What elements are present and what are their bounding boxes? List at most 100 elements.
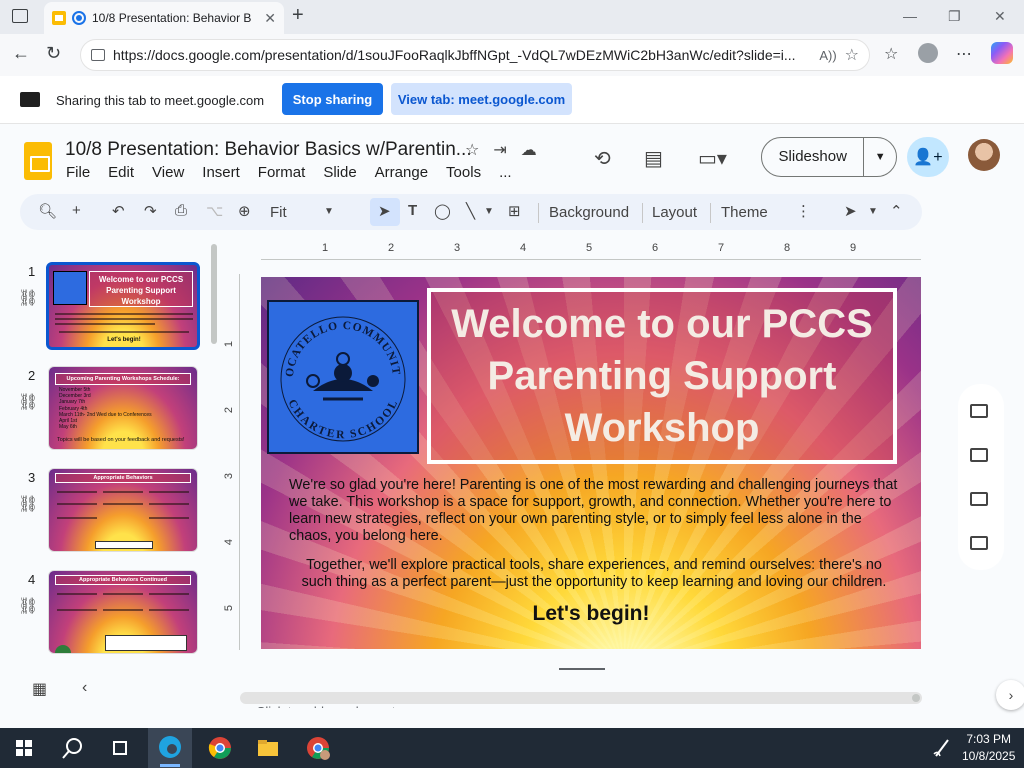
add-comment-icon[interactable]: ⊞ (508, 202, 521, 220)
minimize-icon[interactable]: — (903, 8, 917, 24)
collapse-toolbar-icon[interactable]: ⌃ (890, 202, 903, 220)
tab-actions-icon[interactable] (12, 9, 28, 23)
horizontal-scrollbar[interactable] (240, 692, 922, 704)
slide-paragraph-1[interactable]: We're so glad you're here! Parenting is … (289, 477, 899, 545)
laser-pointer-icon[interactable]: ➤ (844, 202, 857, 220)
slide-title-box[interactable]: Welcome to our PCCS Parenting Support Wo… (427, 288, 897, 464)
zoom-icon[interactable]: ⊕ (238, 202, 251, 220)
restore-icon[interactable]: ❐ (948, 8, 961, 25)
show-side-panel-icon[interactable]: › (996, 680, 1024, 710)
background-button[interactable]: Background (549, 204, 629, 221)
cloud-status-icon[interactable]: ☁ (521, 140, 537, 160)
pointer-dropdown-icon[interactable]: ▼ (868, 206, 878, 217)
slides-app: 10/8 Presentation: Behavior Basics w/Par… (0, 124, 1024, 728)
keep-icon[interactable] (970, 404, 988, 418)
more-options-icon[interactable]: ⋮ (796, 202, 811, 220)
address-bar[interactable]: https://docs.google.com/presentation/d/1… (80, 39, 870, 71)
new-tab-button[interactable]: + (292, 4, 304, 27)
reload-icon[interactable]: ↻ (46, 43, 61, 64)
menu-view[interactable]: View (152, 164, 184, 181)
browser-tab[interactable]: 10/8 Presentation: Behavior B ✕ (44, 2, 284, 34)
document-title[interactable]: 10/8 Presentation: Behavior Basics w/Par… (65, 139, 472, 161)
read-aloud-icon[interactable]: A)) (819, 48, 836, 63)
tasks-icon[interactable] (970, 448, 988, 462)
favorites-icon[interactable]: ☆ (884, 44, 898, 64)
comments-icon[interactable]: ▤ (644, 146, 663, 171)
slides-logo-icon[interactable] (24, 142, 52, 180)
speaker-notes[interactable]: Click to add speaker notes (256, 704, 409, 708)
task-view-icon[interactable] (106, 734, 134, 762)
favorite-star-icon[interactable]: ☆ (845, 45, 859, 65)
contacts-icon[interactable] (970, 492, 988, 506)
print-icon[interactable]: ⎙ (175, 202, 187, 219)
notes-resize-handle[interactable] (559, 668, 605, 670)
undo-icon[interactable]: ↶ (112, 202, 125, 220)
collapse-filmstrip-icon[interactable]: ‹ (82, 679, 87, 697)
chrome-icon[interactable] (206, 734, 234, 762)
select-cursor-icon[interactable]: ➤ (378, 202, 391, 220)
star-icon[interactable]: ☆ (465, 140, 479, 160)
slide-thumbnail-3[interactable]: Appropriate Behaviors (48, 468, 198, 552)
paint-format-icon[interactable]: ⌥ (206, 202, 223, 220)
menu-slide[interactable]: Slide (323, 164, 356, 181)
file-explorer-icon[interactable] (254, 734, 282, 762)
ruler-mark: 2 (223, 406, 236, 414)
folder-icon[interactable] (970, 536, 988, 550)
search-icon[interactable] (58, 734, 86, 762)
windows-start-icon[interactable] (10, 734, 38, 762)
slideshow-button[interactable]: Slideshow ▼ (761, 137, 897, 177)
search-menus-icon[interactable]: 🔍︎ (38, 202, 57, 220)
slide-thumbnail-2[interactable]: Upcoming Parenting Workshops Schedule: N… (48, 366, 198, 450)
new-slide-icon[interactable]: + (72, 202, 81, 219)
view-tab-button[interactable]: View tab: meet.google.com (391, 83, 572, 115)
slide-closing-text[interactable]: Let's begin! (261, 602, 921, 626)
menu-insert[interactable]: Insert (202, 164, 240, 181)
browser-profile-avatar[interactable] (918, 43, 938, 63)
shape-icon[interactable]: ◯ (434, 202, 451, 220)
close-tab-icon[interactable]: ✕ (264, 10, 276, 27)
menu-arrange[interactable]: Arrange (375, 164, 428, 181)
version-history-icon[interactable]: ⟲ (594, 146, 611, 171)
theme-button[interactable]: Theme (721, 204, 768, 221)
share-button[interactable]: 👤+ (907, 137, 949, 177)
menu-format[interactable]: Format (258, 164, 306, 181)
line-dropdown-icon[interactable]: ▼ (484, 206, 494, 217)
layout-button[interactable]: Layout (652, 204, 697, 221)
move-folder-icon[interactable]: ⇥ (493, 140, 506, 160)
thumb-text-line (149, 517, 189, 519)
edge-taskbar-button[interactable] (148, 728, 192, 768)
chrome-profile-icon[interactable] (304, 734, 332, 762)
slide-canvas[interactable]: POCATELLO COMMUNITY CHARTER SCHOOL Welco… (261, 277, 921, 649)
back-icon[interactable]: ← (12, 43, 30, 64)
slide-thumbnail-1[interactable]: Welcome to our PCCS Parenting Support Wo… (46, 262, 200, 350)
thumb-footer: Let's begin! (107, 337, 141, 343)
stop-sharing-button[interactable]: Stop sharing (282, 83, 383, 115)
thumb-text-line (103, 593, 143, 595)
chevron-down-icon[interactable]: ▼ (864, 151, 896, 163)
text-box-icon[interactable]: T (408, 202, 417, 219)
slide-thumbnail-4[interactable]: Appropriate Behaviors Continued (48, 570, 198, 654)
school-logo[interactable]: POCATELLO COMMUNITY CHARTER SCHOOL (267, 300, 419, 454)
more-menu-icon[interactable]: ⋯ (956, 44, 972, 64)
menu-edit[interactable]: Edit (108, 164, 134, 181)
site-info-icon[interactable] (91, 49, 105, 61)
redo-icon[interactable]: ↷ (144, 202, 157, 220)
menu-more[interactable]: ... (499, 164, 512, 181)
line-icon[interactable]: ╲ (466, 202, 475, 220)
menu-file[interactable]: File (66, 164, 90, 181)
slideshow-label[interactable]: Slideshow (762, 138, 865, 176)
meet-camera-icon[interactable]: ▭▾ (698, 146, 727, 171)
ruler-mark: 3 (454, 242, 461, 254)
system-clock[interactable]: 7:03 PM 10/8/2025 (962, 731, 1015, 765)
copilot-icon[interactable] (991, 42, 1013, 64)
menu-tools[interactable]: Tools (446, 164, 481, 181)
slide-paragraph-2[interactable]: Together, we'll explore practical tools,… (289, 557, 899, 591)
slide-title-line: Workshop (564, 406, 760, 450)
zoom-dropdown-icon[interactable]: ▼ (324, 206, 334, 217)
grid-view-icon[interactable]: ▦ (32, 679, 47, 699)
pen-icon[interactable] (928, 734, 956, 762)
close-window-icon[interactable]: ✕ (994, 8, 1006, 25)
user-avatar[interactable] (968, 139, 1000, 171)
zoom-select[interactable]: Fit (270, 204, 287, 221)
filmstrip-scrollbar[interactable] (211, 244, 217, 344)
